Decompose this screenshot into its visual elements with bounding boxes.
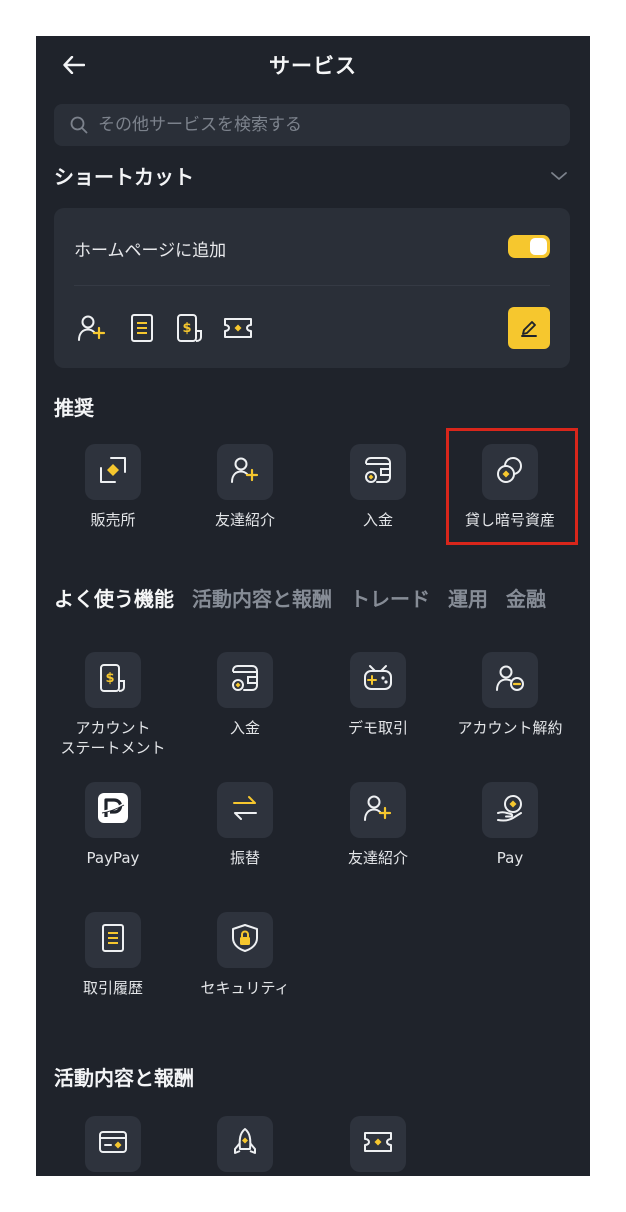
service-label: 販売所 <box>90 511 136 529</box>
transfer-icon <box>230 793 260 827</box>
search-input[interactable] <box>96 114 540 136</box>
search-icon <box>70 116 88 134</box>
ticket-icon[interactable] <box>222 312 254 344</box>
page-title: サービス <box>269 54 357 78</box>
service-account-statement[interactable]: $ アカウント ステートメント <box>47 652 179 758</box>
toggle-knob <box>530 238 547 255</box>
pencil-icon <box>521 321 537 337</box>
add-friend-icon[interactable] <box>76 312 108 344</box>
recommended-title: 推奨 <box>54 396 94 420</box>
chevron-down-icon[interactable] <box>550 166 568 185</box>
document-icon <box>99 923 127 957</box>
activity-rewards-title: 活動内容と報酬 <box>54 1066 194 1090</box>
service-paypay[interactable]: PayPay <box>47 782 179 868</box>
tab-finance[interactable]: 金融 <box>506 583 546 612</box>
service-label: アカウント ステートメント <box>60 719 166 757</box>
category-tabs: よく使う機能 活動内容と報酬 トレード 運用 金融 <box>54 583 546 612</box>
tab-frequent[interactable]: よく使う機能 <box>54 583 174 612</box>
service-refer-friend[interactable]: 友達紹介 <box>179 444 311 530</box>
service-label: アカウント解約 <box>457 719 563 737</box>
statement-icon[interactable]: $ <box>174 312 206 344</box>
tab-investment[interactable]: 運用 <box>448 583 488 612</box>
deposit-icon <box>230 663 260 697</box>
service-activity-ticket[interactable] <box>312 1116 444 1172</box>
service-label: 入金 <box>362 511 393 529</box>
service-close-account[interactable]: アカウント解約 <box>444 652 576 738</box>
service-activity-card[interactable] <box>47 1116 179 1172</box>
add-friend-icon <box>230 455 260 489</box>
service-label: デモ取引 <box>347 719 408 737</box>
gamepad-icon <box>362 663 394 697</box>
service-trade-history[interactable]: 取引履歴 <box>47 912 179 998</box>
app-screen: サービス ショートカット ホームページに追加 $ 推奨 <box>36 36 590 1176</box>
add-friend-icon <box>363 793 393 827</box>
service-label: 振替 <box>229 849 260 867</box>
service-label: セキュリティ <box>200 979 290 997</box>
pay-icon <box>495 793 525 827</box>
search-bar[interactable] <box>54 104 570 146</box>
service-transfer[interactable]: 振替 <box>179 782 311 868</box>
rocket-icon <box>230 1127 260 1161</box>
service-demo-trading[interactable]: デモ取引 <box>312 652 444 738</box>
document-icon[interactable] <box>126 312 158 344</box>
service-label: Pay <box>496 849 524 867</box>
add-to-home-toggle[interactable] <box>508 235 550 258</box>
svg-text:$: $ <box>105 671 114 686</box>
service-activity-rocket[interactable] <box>179 1116 311 1172</box>
service-pay[interactable]: Pay <box>444 782 576 868</box>
statement-icon: $ <box>98 663 128 697</box>
service-security[interactable]: セキュリティ <box>179 912 311 998</box>
shortcuts-title: ショートカット <box>54 165 194 189</box>
service-label: 入金 <box>229 719 260 737</box>
service-label: 取引履歴 <box>82 979 143 997</box>
highlight-box <box>446 428 578 545</box>
exchange-icon <box>98 455 128 489</box>
header: サービス <box>36 36 590 92</box>
service-label: 友達紹介 <box>347 849 408 867</box>
deposit-icon <box>363 455 393 489</box>
tab-trade[interactable]: トレード <box>350 583 430 612</box>
card-icon <box>98 1129 128 1159</box>
shield-lock-icon <box>230 923 260 957</box>
tab-activity-rewards[interactable]: 活動内容と報酬 <box>192 583 332 612</box>
add-to-home-label: ホームページに追加 <box>74 241 227 261</box>
service-refer-friend[interactable]: 友達紹介 <box>312 782 444 868</box>
service-deposit[interactable]: 入金 <box>312 444 444 530</box>
remove-user-icon <box>495 663 525 697</box>
svg-text:$: $ <box>182 321 191 336</box>
paypay-icon <box>97 792 129 828</box>
edit-shortcuts-button[interactable] <box>508 307 550 349</box>
divider <box>74 285 550 286</box>
service-deposit[interactable]: 入金 <box>179 652 311 738</box>
service-exchange[interactable]: 販売所 <box>47 444 179 530</box>
shortcuts-card: ホームページに追加 $ <box>54 208 570 368</box>
ticket-icon <box>362 1129 394 1159</box>
service-label: 友達紹介 <box>214 511 275 529</box>
service-label: PayPay <box>86 849 140 867</box>
